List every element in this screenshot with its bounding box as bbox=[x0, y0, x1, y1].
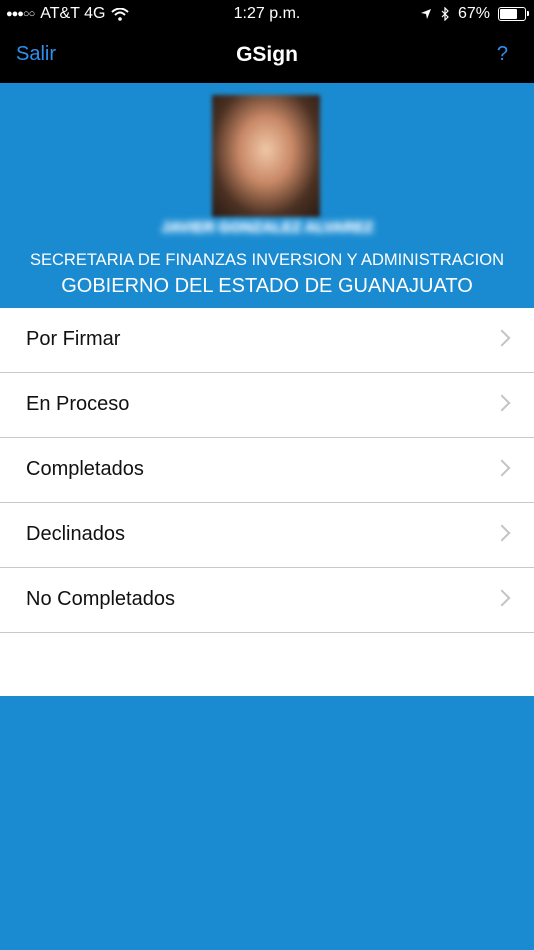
avatar bbox=[212, 95, 320, 217]
chevron-right-icon bbox=[493, 329, 511, 347]
chevron-right-icon bbox=[493, 589, 511, 607]
status-right: 67% bbox=[420, 5, 529, 23]
menu-item-por-firmar[interactable]: Por Firmar bbox=[0, 308, 534, 373]
document-status-menu: Por Firmar En Proceso Completados Declin… bbox=[0, 308, 534, 696]
department-name: SECRETARIA DE FINANZAS INVERSION Y ADMIN… bbox=[29, 251, 504, 269]
battery-percent: 67% bbox=[457, 5, 490, 22]
menu-item-en-proceso[interactable]: En Proceso bbox=[0, 373, 534, 438]
menu-item-completados[interactable]: Completados bbox=[0, 438, 534, 503]
user-name: JAVIER GONZALEZ ALVAREZ bbox=[161, 219, 374, 236]
menu-item-label: No Completados bbox=[26, 588, 175, 610]
battery-fill bbox=[500, 9, 518, 19]
help-button[interactable]: ? bbox=[497, 43, 508, 66]
location-arrow-icon bbox=[420, 9, 431, 19]
navigation-bar: Salir GSign ? bbox=[0, 28, 534, 83]
menu-item-label: Por Firmar bbox=[26, 328, 121, 350]
menu-item-label: Completados bbox=[26, 458, 144, 480]
app-title: GSign bbox=[236, 43, 298, 66]
menu-item-label: En Proceso bbox=[26, 393, 130, 415]
profile-header: JAVIER GONZALEZ ALVAREZ SECRETARIA DE FI… bbox=[0, 83, 534, 308]
bluetooth-icon bbox=[441, 7, 449, 21]
chevron-right-icon bbox=[493, 459, 511, 477]
chevron-right-icon bbox=[493, 394, 511, 412]
menu-item-declinados[interactable]: Declinados bbox=[0, 503, 534, 568]
chevron-right-icon bbox=[493, 524, 511, 542]
menu-item-no-completados[interactable]: No Completados bbox=[0, 568, 534, 633]
battery-icon bbox=[498, 7, 529, 21]
menu-item-label: Declinados bbox=[26, 523, 125, 545]
status-bar: ●●●○○ AT&T 4G 1:27 p.m. 67% bbox=[0, 0, 534, 28]
government-name: GOBIERNO DEL ESTADO DE GUANAJUATO bbox=[61, 275, 473, 297]
